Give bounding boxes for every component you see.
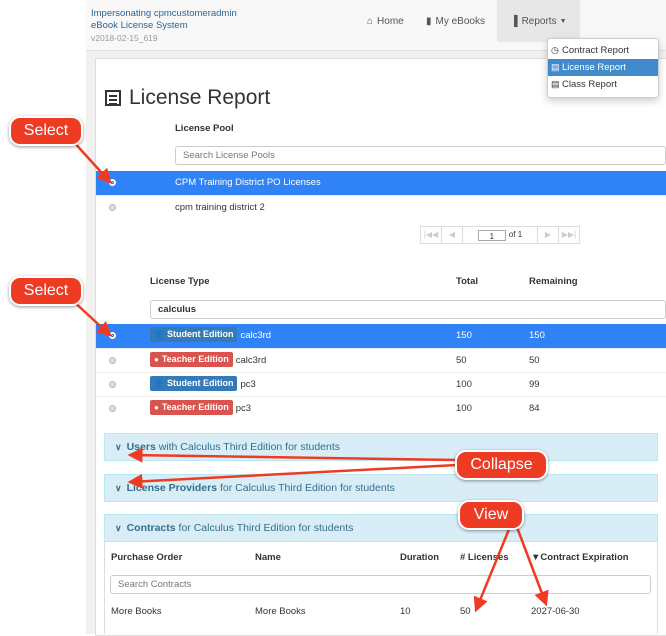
collapse-arrow-1	[127, 447, 458, 463]
collapse-callout: Collapse	[455, 450, 548, 480]
annotation-arrows	[71, 139, 549, 613]
select-callout-2: Select	[9, 276, 83, 306]
view-arrow-1	[473, 521, 514, 613]
select-arrow-2	[71, 299, 112, 337]
select-arrow-1	[71, 139, 112, 184]
select-callout-1: Select	[9, 116, 83, 146]
view-arrow-2	[513, 521, 549, 607]
collapse-arrow-2	[127, 463, 458, 489]
view-callout: View	[458, 500, 524, 530]
